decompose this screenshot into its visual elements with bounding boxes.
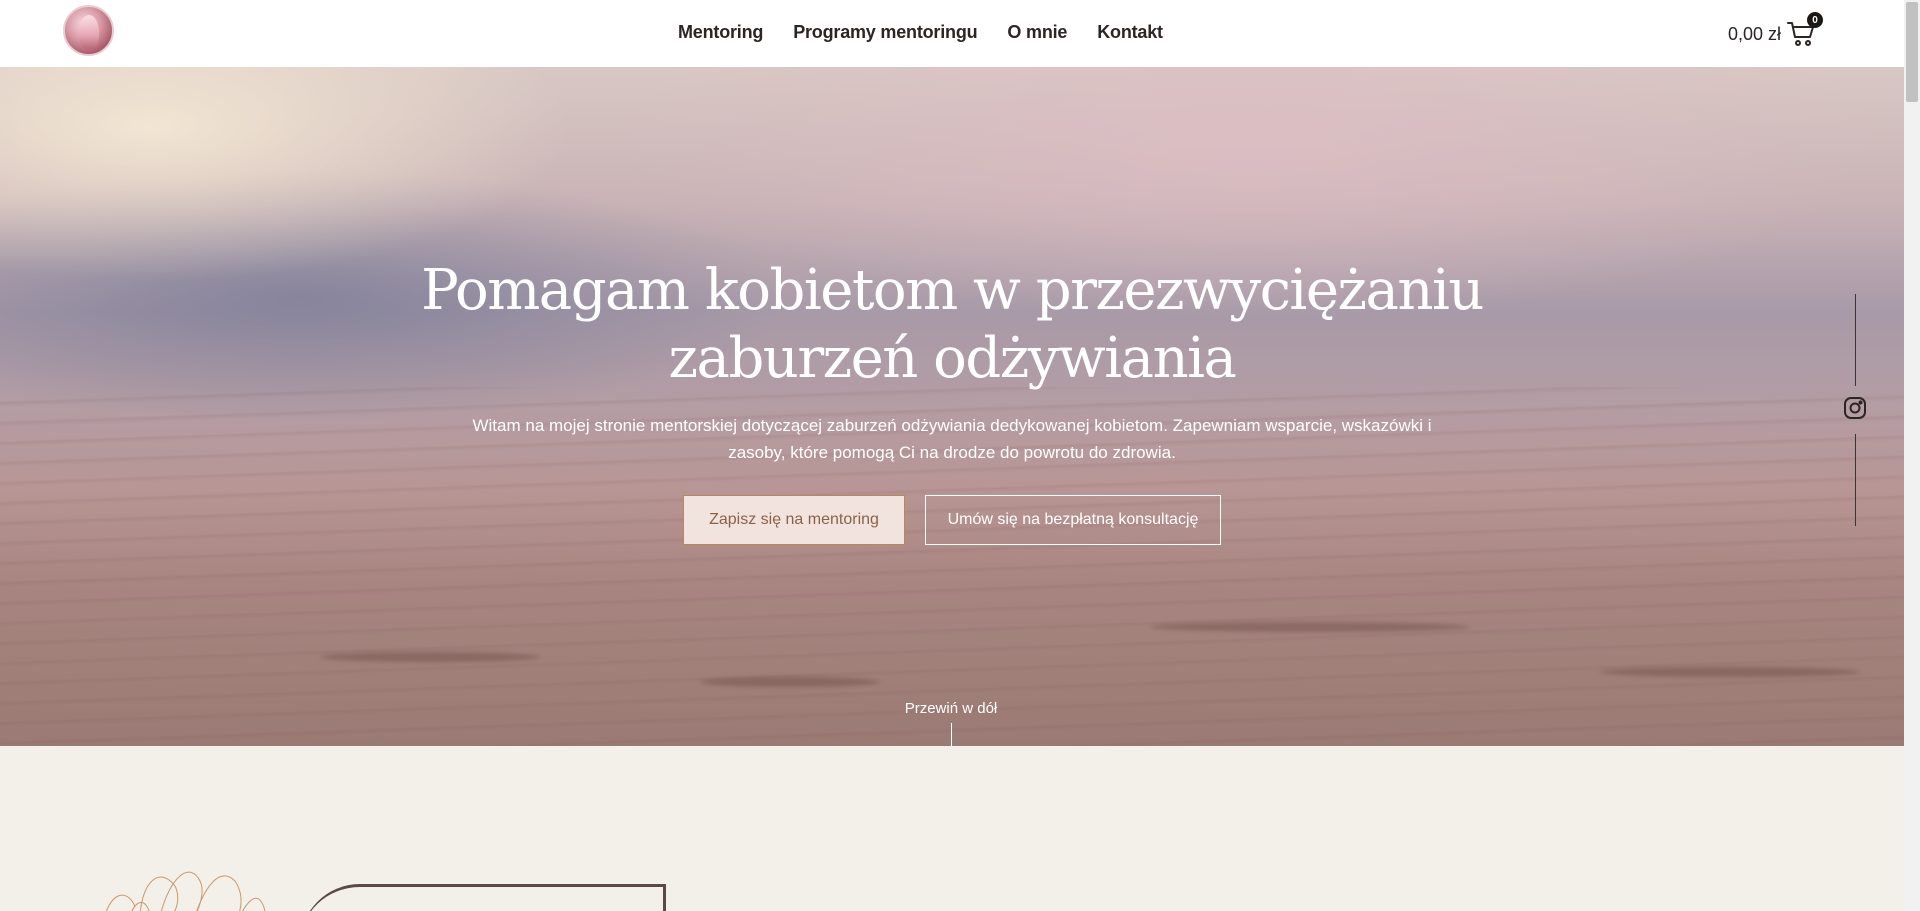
wave-shadow xyxy=(700,677,880,687)
scroll-down-line xyxy=(951,723,952,746)
main-nav: Mentoring Programy mentoringu O mnie Kon… xyxy=(0,0,1904,67)
wave-shadow xyxy=(1600,667,1860,677)
cart-count-badge: 0 xyxy=(1807,12,1824,28)
wave-shadow xyxy=(320,652,540,662)
hero-title: Pomagam kobietom w przezwyciężaniu zabur… xyxy=(421,258,1484,391)
hero-description: Witam na mojej stronie mentorskiej dotyc… xyxy=(472,416,1432,462)
wave-shadow xyxy=(1150,622,1470,632)
instagram-icon[interactable] xyxy=(1843,396,1867,420)
image-frame xyxy=(300,884,666,911)
cart-total: 0,00 zł xyxy=(1728,23,1782,44)
page-scrollbar[interactable] xyxy=(1904,0,1920,911)
nav-item-kontakt[interactable]: Kontakt xyxy=(1097,22,1163,43)
about-section xyxy=(0,746,1904,911)
cart-icon[interactable]: 0 xyxy=(1787,12,1824,48)
nav-item-o-mnie[interactable]: O mnie xyxy=(1007,22,1067,43)
flower-illustration xyxy=(106,871,266,911)
nav-item-programy[interactable]: Programy mentoringu xyxy=(793,22,977,43)
social-divider-bottom xyxy=(1855,434,1856,526)
social-divider-top xyxy=(1855,294,1856,386)
site-header: Mentoring Programy mentoringu O mnie Kon… xyxy=(0,0,1904,67)
nav-item-mentoring[interactable]: Mentoring xyxy=(678,22,763,43)
signup-mentoring-button[interactable]: Zapisz się na mentoring xyxy=(683,495,905,545)
scroll-down-link[interactable]: Przewiń w dół xyxy=(903,700,999,717)
scrollbar-thumb[interactable] xyxy=(1906,2,1918,102)
cart-button[interactable]: 0,00 zł 0 xyxy=(1728,12,1824,48)
free-consultation-button[interactable]: Umów się na bezpłatną konsultację xyxy=(925,495,1221,545)
hero-section: Pomagam kobietom w przezwyciężaniu zabur… xyxy=(0,67,1904,746)
